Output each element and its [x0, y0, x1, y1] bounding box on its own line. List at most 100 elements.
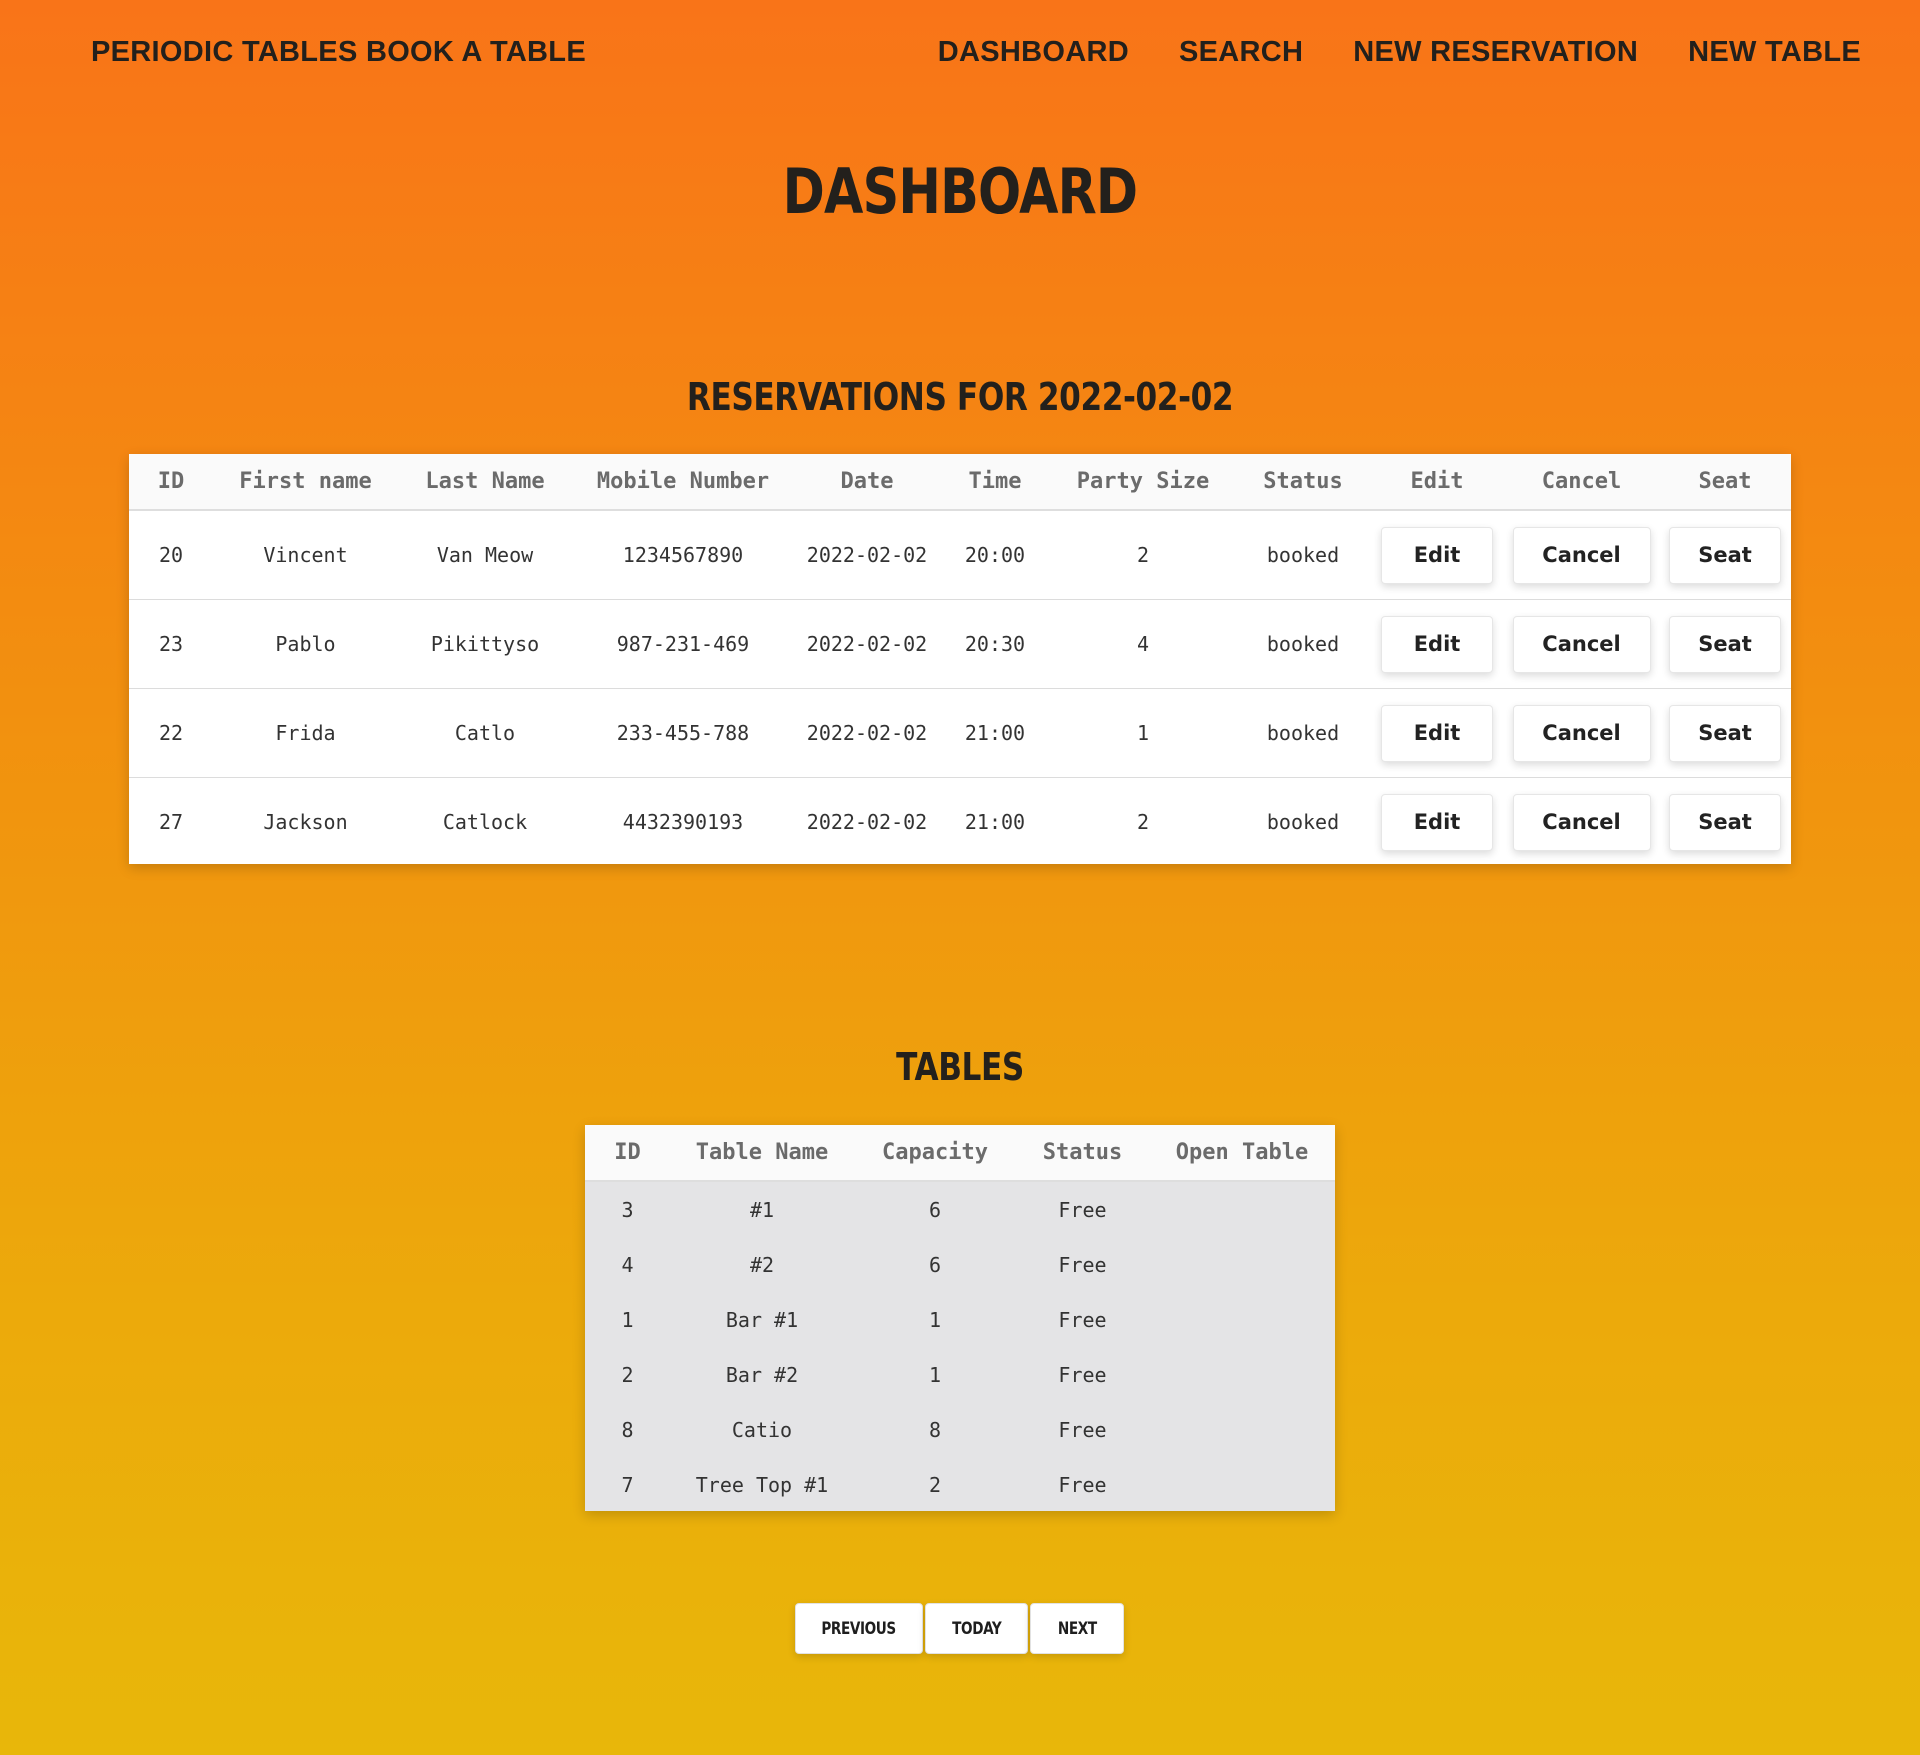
page-title: DASHBOARD	[782, 155, 1138, 228]
reservation-row: 22 Frida Catlo 233-455-788 2022-02-02 21…	[129, 688, 1791, 778]
table-status: Free	[1058, 1197, 1107, 1222]
reservation-last-name: Catlock	[442, 810, 528, 834]
table-open-cell	[1149, 1347, 1335, 1402]
reservation-time: 21:00	[940, 688, 1050, 778]
reservation-date: 2022-02-02	[794, 510, 940, 600]
reservations-header-row: ID First name Last Name Mobile Number Da…	[129, 454, 1791, 511]
reservation-party-size: 1	[1050, 688, 1236, 778]
col-header-first-name: First name	[213, 454, 398, 511]
reservation-date: 2022-02-02	[794, 688, 940, 778]
date-pager: PREVIOUS TODAY NEXT	[795, 1603, 1124, 1654]
reservation-row: 27 Jackson Catlock 4432390193 2022-02-02…	[129, 778, 1791, 867]
reservation-id: 20	[129, 510, 213, 600]
col-header-last-name: Last Name	[398, 454, 572, 511]
tables-header-row: ID Table Name Capacity Status Open Table	[585, 1125, 1335, 1182]
next-button[interactable]: NEXT	[1030, 1603, 1124, 1654]
reservation-status: booked	[1266, 810, 1340, 834]
table-row: 4 #2 6 Free	[585, 1237, 1335, 1292]
reservation-status: booked	[1236, 599, 1370, 689]
col-header-capacity: Capacity	[854, 1125, 1016, 1182]
col-header-id: ID	[585, 1125, 670, 1182]
reservation-status: booked	[1236, 688, 1370, 778]
cancel-button[interactable]: Cancel	[1512, 615, 1651, 673]
reservations-heading: RESERVATIONS FOR 2022-02-02	[686, 375, 1234, 419]
reservation-first-name: Vincent	[213, 510, 398, 600]
today-button[interactable]: TODAY	[925, 1603, 1028, 1654]
brand-link[interactable]: PERIODIC TABLES BOOK A TABLE	[91, 36, 586, 69]
reservation-time: 20:00	[940, 510, 1050, 600]
reservation-id: 22	[129, 688, 213, 778]
col-header-status: Status	[1016, 1125, 1149, 1182]
reservation-last-name: Catlo	[398, 688, 572, 778]
reservation-status: booked	[1236, 510, 1370, 600]
tables-table: ID Table Name Capacity Status Open Table…	[585, 1125, 1335, 1512]
table-row: 2 Bar #2 1 Free	[585, 1347, 1335, 1402]
edit-button[interactable]: Edit	[1381, 793, 1493, 851]
reservations-table: ID First name Last Name Mobile Number Da…	[129, 454, 1791, 866]
table-name: Tree Top #1	[695, 1472, 829, 1497]
table-capacity: 6	[928, 1252, 942, 1277]
today-label: TODAY	[951, 1618, 1002, 1639]
table-open-cell	[1149, 1237, 1335, 1292]
reservation-time: 21:00	[964, 810, 1026, 834]
reservation-party-size: 4	[1050, 599, 1236, 689]
table-open-cell	[1149, 1181, 1335, 1237]
col-header-mobile: Mobile Number	[572, 454, 794, 511]
nav-link-dashboard[interactable]: DASHBOARD	[938, 36, 1129, 69]
table-id: 4	[621, 1252, 634, 1277]
nav-link-new-reservation[interactable]: NEW RESERVATION	[1353, 36, 1638, 69]
edit-button[interactable]: Edit	[1381, 615, 1493, 673]
table-id: 3	[621, 1197, 634, 1222]
reservation-first-name: Pablo	[213, 599, 398, 689]
nav-link-search[interactable]: SEARCH	[1179, 36, 1303, 69]
table-name: Catio	[731, 1417, 793, 1442]
cancel-button[interactable]: Cancel	[1512, 793, 1651, 851]
reservation-party-size: 2	[1050, 510, 1236, 600]
edit-button[interactable]: Edit	[1381, 526, 1493, 584]
nav-links: DASHBOARD SEARCH NEW RESERVATION NEW TAB…	[938, 36, 1861, 69]
reservation-last-name: Pikittyso	[398, 599, 572, 689]
table-open-cell	[1149, 1292, 1335, 1347]
col-header-date: Date	[794, 454, 940, 511]
table-id: 1	[621, 1307, 634, 1332]
seat-button[interactable]: Seat	[1669, 704, 1781, 762]
table-status: Free	[1058, 1417, 1107, 1442]
col-header-party-size: Party Size	[1050, 454, 1236, 511]
table-id: 8	[621, 1417, 634, 1442]
table-id: 2	[621, 1362, 634, 1387]
table-id: 7	[621, 1472, 634, 1497]
table-name: #1	[749, 1197, 775, 1222]
col-header-open-table: Open Table	[1149, 1125, 1335, 1182]
reservation-party-size: 2	[1136, 810, 1150, 834]
seat-button[interactable]: Seat	[1669, 526, 1781, 584]
table-row: 8 Catio 8 Free	[585, 1402, 1335, 1457]
table-open-cell	[1149, 1402, 1335, 1457]
previous-button[interactable]: PREVIOUS	[795, 1603, 923, 1654]
col-header-status: Status	[1236, 454, 1370, 511]
nav-link-new-table[interactable]: NEW TABLE	[1688, 36, 1861, 69]
reservation-mobile: 233-455-788	[572, 688, 794, 778]
table-capacity: 8	[928, 1417, 942, 1442]
reservations-card: ID First name Last Name Mobile Number Da…	[129, 454, 1791, 864]
table-capacity: 1	[928, 1362, 942, 1387]
reservation-first-name: Frida	[213, 688, 398, 778]
reservation-row: 20 Vincent Van Meow 1234567890 2022-02-0…	[129, 510, 1791, 600]
table-name: Bar #1	[725, 1307, 799, 1332]
table-open-cell	[1149, 1457, 1335, 1512]
reservation-mobile: 1234567890	[572, 510, 794, 600]
seat-button[interactable]: Seat	[1669, 793, 1781, 851]
col-header-edit: Edit	[1370, 454, 1504, 511]
table-row: 1 Bar #1 1 Free	[585, 1292, 1335, 1347]
table-capacity: 1	[928, 1307, 942, 1332]
cancel-button[interactable]: Cancel	[1512, 704, 1651, 762]
table-capacity: 6	[928, 1197, 942, 1222]
cancel-button[interactable]: Cancel	[1512, 526, 1651, 584]
previous-label: PREVIOUS	[821, 1618, 897, 1639]
col-header-seat: Seat	[1659, 454, 1791, 511]
reservation-mobile: 987-231-469	[572, 599, 794, 689]
table-status: Free	[1058, 1307, 1107, 1332]
edit-button[interactable]: Edit	[1381, 704, 1493, 762]
reservation-last-name: Van Meow	[398, 510, 572, 600]
seat-button[interactable]: Seat	[1669, 615, 1781, 673]
table-row: 7 Tree Top #1 2 Free	[585, 1457, 1335, 1512]
